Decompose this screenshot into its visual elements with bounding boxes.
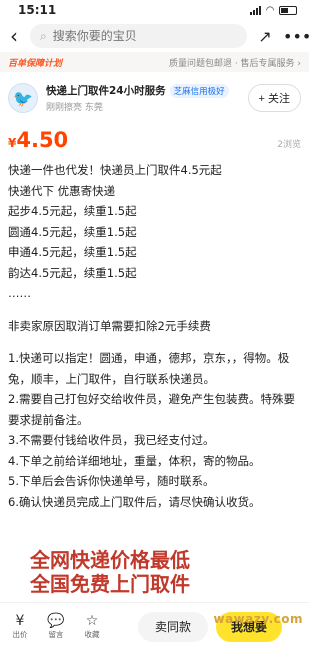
service-text: 质量问题包邮退 · 售后专属服务 › — [168, 58, 301, 69]
credit-badge: 芝麻信用极好 — [169, 83, 229, 98]
description-line: …… — [8, 286, 31, 300]
wifi-icon: ◠ — [266, 4, 274, 16]
price: ¥4.50 — [8, 128, 68, 152]
share-icon[interactable]: ↗ — [255, 27, 275, 46]
guarantee-plan-label: 百单保障计划 — [8, 58, 63, 69]
bid-action[interactable]: ¥ 出价 — [6, 613, 34, 640]
item-description: 快递一件也代发！快递员上门取件4.5元起 快递代下 优惠寄快递 起步4.5元起，… — [0, 160, 309, 512]
favorite-action[interactable]: ☆ 收藏 — [78, 613, 106, 640]
price-value: 4.50 — [16, 128, 69, 152]
description-line: 快递代下 优惠寄快递 — [8, 183, 116, 198]
more-icon[interactable]: ••• — [283, 27, 311, 46]
description-line: 2.需要自己打包好交给收件员，避免产生包装费。特殊要要求提前备注。 — [8, 392, 295, 427]
comment-action[interactable]: 💬 留言 — [42, 613, 70, 640]
comment-label: 留言 — [48, 630, 64, 639]
signal-icon — [250, 5, 262, 15]
seller-subtext: 刚刚擦亮 东莞 — [46, 103, 103, 113]
watermark: wawazy.com — [213, 612, 303, 626]
description-line: 5.下单后会告诉你快递单号，随时联系。 — [8, 474, 215, 488]
description-line: 韵达4.5元起，续重1.5起 — [8, 265, 137, 280]
view-count: 2浏览 — [277, 140, 301, 150]
description-line: 3.不需要付钱给收件员，我已经支付过。 — [8, 433, 215, 447]
top-nav: ‹ ⌕ ↗ ••• — [0, 20, 311, 52]
promo-line: 全网快递价格最低 — [30, 548, 190, 572]
seller-info: 快递上门取件24小时服务 芝麻信用极好 刚刚擦亮 东莞 — [46, 83, 240, 113]
search-box[interactable]: ⌕ — [30, 24, 247, 48]
follow-button[interactable]: + 关注 — [247, 84, 301, 112]
description-line: 4.下单之前给详细地址，重量，体积，寄的物品。 — [8, 453, 261, 468]
bottom-action-bar: ¥ 出价 💬 留言 ☆ 收藏 卖同款 我想要 — [0, 602, 309, 650]
promo-image-text: 全网快递价格最低 全国免费上门取件 — [30, 548, 190, 596]
star-icon: ☆ — [85, 613, 99, 629]
description-line: 快递一件也代发！快递员上门取件4.5元起 — [8, 163, 222, 177]
promo-line: 全国免费上门取件 — [30, 572, 190, 596]
bid-label: 出价 — [12, 630, 28, 639]
seller-name-row: 快递上门取件24小时服务 芝麻信用极好 — [46, 83, 240, 98]
avatar[interactable]: 🐦 — [8, 83, 38, 113]
back-icon[interactable]: ‹ — [6, 24, 22, 48]
guarantee-banner[interactable]: 百单保障计划 质量问题包邮退 · 售后专属服务 › — [0, 52, 309, 72]
status-bar: 15:11 ◠ — [0, 0, 309, 20]
favorite-label: 收藏 — [84, 630, 100, 639]
bid-icon: ¥ — [15, 613, 25, 629]
search-icon: ⌕ — [40, 28, 47, 43]
battery-icon — [279, 5, 297, 15]
status-time: 15:11 — [18, 3, 57, 17]
description-line: 1.快递可以指定！圆通，申通，德邦，京东，，得物。极兔，顺丰，上门取件，自行联系… — [8, 351, 290, 386]
search-input[interactable] — [52, 29, 193, 43]
description-line: 圆通4.5元起，续重1.5起 — [8, 224, 137, 239]
sell-same-button[interactable]: 卖同款 — [138, 611, 208, 642]
seller-card[interactable]: 🐦 快递上门取件24小时服务 芝麻信用极好 刚刚擦亮 东莞 + 关注 — [0, 78, 309, 118]
description-line: 非卖家原因取消订单需要扣除2元手续费 — [8, 318, 211, 333]
price-row: ¥4.50 2浏览 — [0, 128, 309, 152]
comment-icon: 💬 — [47, 613, 65, 629]
description-line: 6.确认快递员完成上门取件后，请尽快确认收货。 — [8, 494, 261, 509]
description-line: 起步4.5元起，续重1.5起 — [8, 204, 137, 218]
status-icons: ◠ — [250, 5, 297, 16]
description-line: 申通4.5元起，续重1.5起 — [8, 245, 137, 259]
seller-name: 快递上门取件24小时服务 — [46, 85, 166, 97]
